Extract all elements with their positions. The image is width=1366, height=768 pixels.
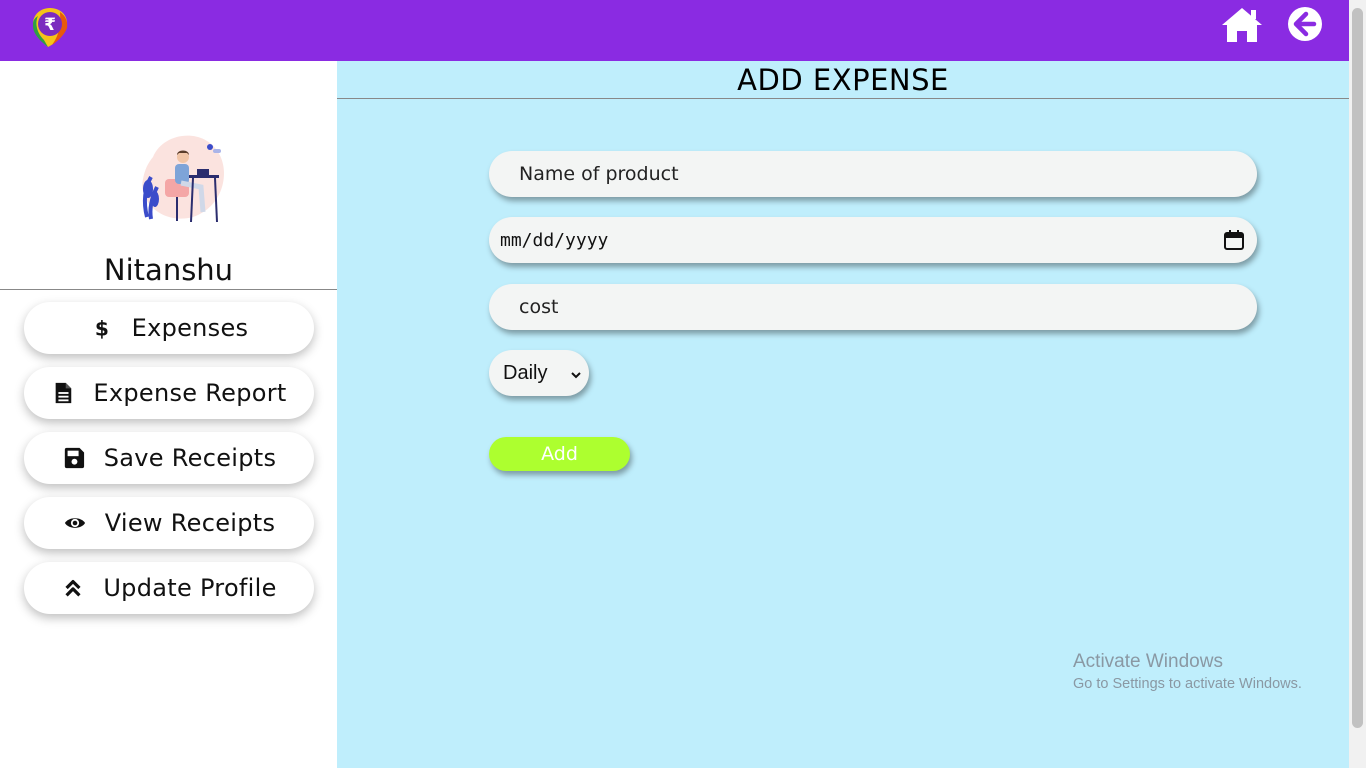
home-icon[interactable] [1221,6,1263,44]
windows-activation-watermark: Activate Windows Go to Settings to activ… [1073,651,1302,692]
frequency-select[interactable]: Daily [489,350,589,396]
double-chevron-up-icon [61,576,85,600]
sidebar-item-label: View Receipts [104,509,276,537]
main-content: ADD EXPENSE mm/dd/yyyy Daily Add Activat… [337,61,1349,768]
svg-text:₹: ₹ [44,15,56,35]
title-divider [337,98,1349,99]
sidebar-item-label: Save Receipts [103,444,277,472]
sidebar-item-label: Expense Report [93,379,287,407]
page-title: ADD EXPENSE [737,63,949,97]
sidebar-item-update-profile[interactable]: Update Profile [24,562,314,614]
date-placeholder: mm/dd/yyyy [500,229,609,251]
date-input[interactable]: mm/dd/yyyy [489,217,1257,263]
svg-text:$: $ [94,317,108,339]
eye-icon [63,511,87,535]
watermark-title: Activate Windows [1073,651,1223,672]
sidebar: Nitanshu $ Expenses Expense Report Save … [0,61,337,768]
watermark-subtitle: Go to Settings to activate Windows. [1073,676,1302,692]
calendar-icon[interactable] [1223,229,1245,251]
sidebar-item-expenses[interactable]: $ Expenses [24,302,314,354]
page-scrollbar[interactable] [1349,0,1366,768]
dollar-icon: $ [90,316,114,340]
sidebar-item-label: Update Profile [103,574,277,602]
scrollbar-thumb[interactable] [1352,8,1363,728]
top-bar: ₹ [0,0,1349,61]
rupee-logo-icon[interactable]: ₹ [30,6,70,48]
username: Nitanshu [103,253,234,287]
sidebar-item-save-receipts[interactable]: Save Receipts [24,432,314,484]
file-text-icon [51,381,75,405]
frequency-selected-value: Daily [503,361,548,384]
product-name-input[interactable] [489,151,1257,197]
chevron-down-icon [569,365,583,379]
add-button[interactable]: Add [489,437,630,471]
sidebar-item-expense-report[interactable]: Expense Report [24,367,314,419]
arrow-left-circle-icon[interactable] [1287,6,1323,42]
sidebar-item-label: Expenses [131,314,249,342]
sidebar-item-view-receipts[interactable]: View Receipts [24,497,314,549]
cost-input[interactable] [489,284,1257,330]
sidebar-divider [0,289,337,290]
floppy-disk-icon [62,446,86,470]
user-at-desk-illustration [133,127,233,227]
